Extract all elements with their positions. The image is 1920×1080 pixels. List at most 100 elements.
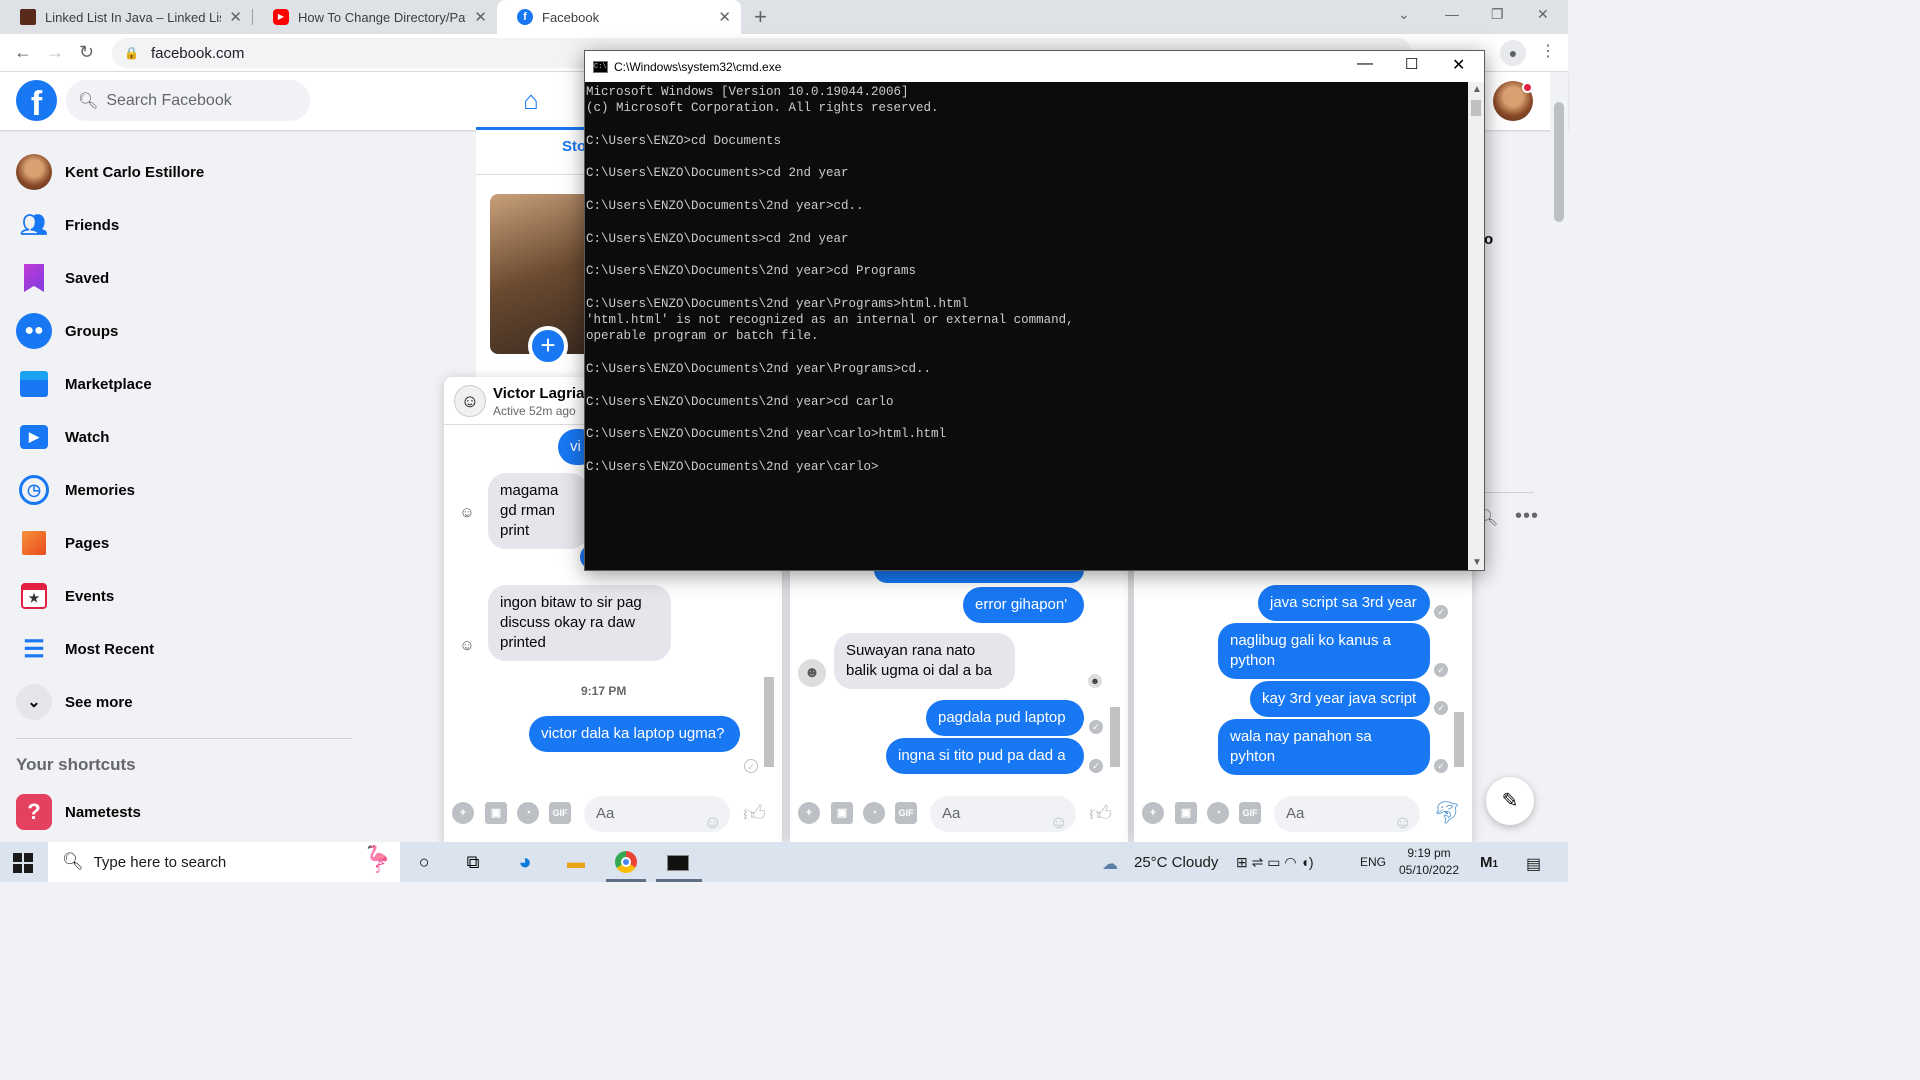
sidebar-divider (16, 738, 352, 739)
chat-contact-name[interactable]: Victor Lagria (493, 385, 584, 402)
sticker-icon[interactable]: ◔ (863, 802, 885, 824)
back-arrow-icon[interactable]: ← (14, 42, 32, 63)
tray-icons[interactable]: ⊞ ⇌ ▭ ◠ ◖) (1236, 854, 1314, 871)
attach-photo-icon[interactable]: ▣ (485, 802, 507, 824)
sidebar-item-groups[interactable]: ●● Groups (8, 305, 352, 357)
chat-scrollbar[interactable] (1454, 712, 1464, 767)
minimize-icon[interactable]: — (1445, 6, 1459, 22)
thumbs-up-icon[interactable]: 👍︎ (1089, 800, 1112, 827)
shortcut-nametests[interactable]: ? Nametests (8, 786, 352, 838)
profile-icon[interactable]: ● (1500, 40, 1526, 66)
emoji-icon[interactable]: ☺ (1394, 804, 1412, 840)
maximize-icon[interactable]: ☐ (1405, 55, 1418, 73)
facebook-search-input[interactable]: 🔍︎ Search Facebook (66, 80, 310, 121)
kebab-menu-icon[interactable]: ⋮ (1540, 41, 1556, 61)
chat-scrollbar[interactable] (1110, 707, 1120, 767)
taskbar-search-box[interactable]: 🔍︎ Type here to search 🦩 (48, 842, 400, 882)
contacts-options-icon[interactable]: ••• (1515, 505, 1539, 528)
sidebar-item-profile[interactable]: Kent Carlo Estillore (8, 146, 352, 198)
tab-linked-list[interactable]: Linked List In Java – Linked List In ✕ (0, 0, 252, 34)
forward-arrow-icon[interactable]: → (46, 42, 64, 63)
page-scrollbar[interactable] (1550, 72, 1568, 842)
tab-youtube[interactable]: ▶ How To Change Directory/Path in ✕ (253, 0, 497, 34)
attach-photo-icon[interactable]: ▣ (831, 802, 853, 824)
facebook-logo-icon[interactable]: f (16, 80, 57, 121)
scroll-down-icon[interactable]: ▼ (1472, 557, 1482, 568)
sidebar-item-memories[interactable]: ◷ Memories (8, 464, 352, 516)
add-story-plus-icon[interactable]: + (528, 326, 568, 366)
custom-reaction-icon[interactable]: 🐬︎ (1433, 800, 1461, 826)
cortana-icon[interactable]: ○ (410, 848, 438, 876)
close-window-icon[interactable]: ✕ (1537, 6, 1549, 23)
tab-facebook[interactable]: f Facebook ✕ (497, 0, 741, 34)
message-bubble-in: Suwayan rana nato balik ugma oi dal a ba (834, 633, 1015, 689)
message-bubble-out: ingna si tito pud pa dad a (886, 738, 1084, 774)
gif-icon[interactable]: GIF (549, 802, 571, 824)
scroll-up-icon[interactable]: ▲ (1472, 84, 1482, 95)
scrollbar-thumb[interactable] (1554, 102, 1564, 222)
cmd-line: C:\Users\ENZO\Documents\2nd year\carlo> (586, 459, 879, 474)
close-tab-icon[interactable]: ✕ (229, 8, 242, 26)
sidebar-see-more[interactable]: ⌄ See more (8, 676, 352, 728)
cmd-title: C:\Windows\system32\cmd.exe (614, 59, 782, 74)
cmd-line: C:\Users\ENZO>cd Documents (586, 133, 782, 148)
more-actions-plus-icon[interactable]: + (452, 802, 474, 824)
chrome-icon[interactable] (612, 848, 640, 876)
message-input-placeholder: Aa (1286, 805, 1305, 822)
attach-photo-icon[interactable]: ▣ (1175, 802, 1197, 824)
more-actions-plus-icon[interactable]: + (798, 802, 820, 824)
edge-icon[interactable]: ◕ (511, 848, 539, 876)
sidebar-item-label: Kent Carlo Estillore (65, 163, 205, 181)
cmd-line: (c) Microsoft Corporation. All rights re… (586, 101, 939, 116)
message-bubble-out: kay 3rd year java script (1250, 681, 1430, 717)
minimize-icon[interactable]: — (1357, 55, 1373, 73)
new-message-icon[interactable]: ✎ (1486, 777, 1534, 825)
close-tab-icon[interactable]: ✕ (718, 8, 731, 26)
sticker-icon[interactable]: ◔ (517, 802, 539, 824)
tab-search-chevron-icon[interactable]: ⌄ (1398, 6, 1410, 23)
language-indicator[interactable]: ENG (1360, 855, 1386, 869)
sidebar-item-pages[interactable]: Pages (8, 517, 352, 569)
close-tab-icon[interactable]: ✕ (474, 8, 487, 26)
events-icon: ★ (16, 578, 52, 614)
message-input[interactable]: Aa ☺ (584, 796, 730, 832)
close-icon[interactable]: ✕ (1452, 55, 1465, 75)
delivered-check-icon: ✓ (1434, 759, 1448, 773)
cmd-titlebar[interactable]: C:\ C:\Windows\system32\cmd.exe — ☐ ✕ (585, 51, 1484, 82)
cmd-taskbar-icon[interactable] (664, 848, 692, 876)
emoji-icon[interactable]: ☺ (704, 804, 722, 840)
meet-now-icon[interactable]: M1 (1480, 854, 1498, 871)
thumbs-up-icon[interactable]: 👍︎ (743, 800, 766, 827)
sidebar-item-friends[interactable]: 👥︎ Friends (8, 199, 352, 251)
sidebar-item-marketplace[interactable]: Marketplace (8, 358, 352, 410)
action-center-icon[interactable]: ▤ (1526, 854, 1541, 874)
sticker-icon[interactable]: ◔ (1207, 802, 1229, 824)
chat-avatar[interactable]: ☺ (454, 385, 486, 417)
reload-icon[interactable]: ↻ (79, 42, 94, 63)
windows-start-icon[interactable] (13, 853, 33, 873)
tab-stories[interactable]: Sto (562, 138, 586, 155)
more-actions-plus-icon[interactable]: + (1142, 802, 1164, 824)
message-input[interactable]: Aa ☺ (930, 796, 1076, 832)
taskbar-clock[interactable]: 9:19 pm 05/10/2022 (1394, 845, 1464, 879)
gif-icon[interactable]: GIF (1239, 802, 1261, 824)
home-icon[interactable]: ⌂ (476, 72, 586, 130)
scrollbar-thumb[interactable] (1471, 100, 1481, 116)
cmd-console-output[interactable]: Microsoft Windows [Version 10.0.19044.20… (585, 82, 1468, 570)
weather-text[interactable]: 25°C Cloudy (1134, 854, 1218, 871)
sidebar-item-events[interactable]: ★ Events (8, 570, 352, 622)
sidebar-item-saved[interactable]: Saved (8, 252, 352, 304)
new-tab-plus-icon[interactable]: + (754, 4, 767, 30)
cmd-scrollbar[interactable]: ▲ ▼ (1468, 82, 1484, 570)
message-input[interactable]: Aa ☺ (1274, 796, 1420, 832)
emoji-icon[interactable]: ☺ (1050, 804, 1068, 840)
maximize-icon[interactable]: ❐ (1491, 6, 1504, 23)
file-explorer-icon[interactable]: ▬ (562, 848, 590, 876)
facebook-favicon: f (517, 9, 533, 25)
sidebar-item-most-recent[interactable]: ☰ Most Recent (8, 623, 352, 675)
sidebar-item-label: See more (65, 693, 133, 711)
chat-scrollbar[interactable] (764, 677, 774, 767)
sidebar-item-watch[interactable]: ▶ Watch (8, 411, 352, 463)
task-view-icon[interactable]: ⧉ (459, 848, 487, 876)
gif-icon[interactable]: GIF (895, 802, 917, 824)
